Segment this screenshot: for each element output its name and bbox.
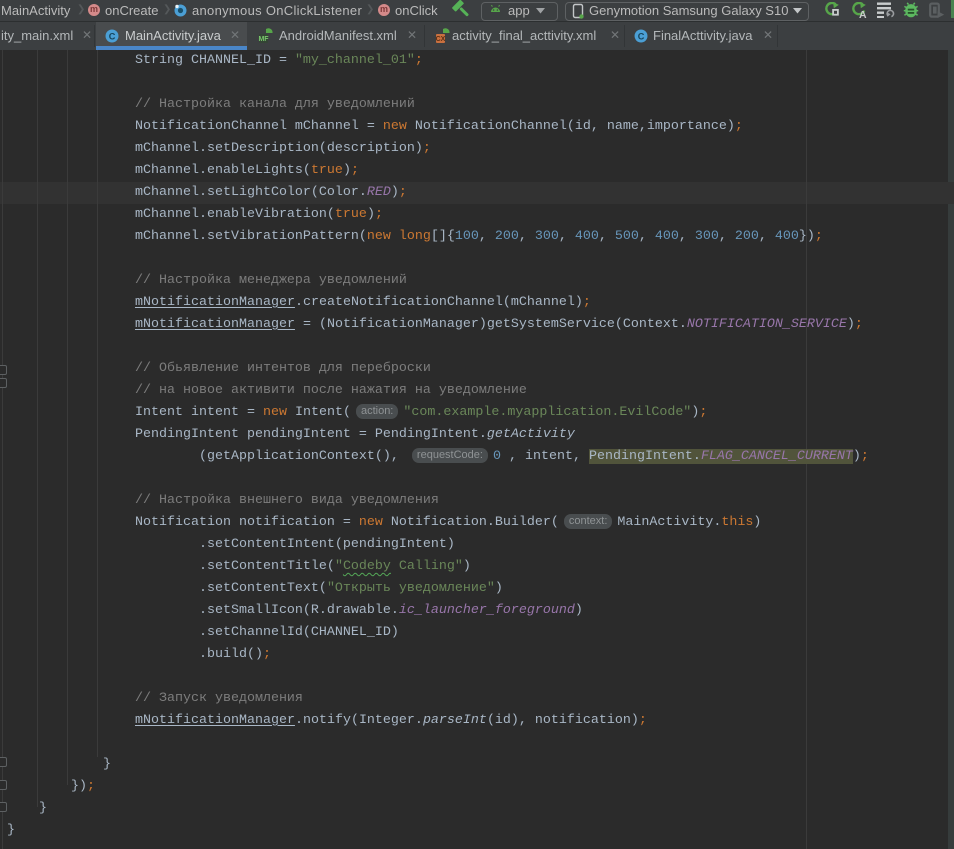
svg-text:A: A <box>859 9 867 19</box>
svg-text:C: C <box>109 32 116 42</box>
svg-text:CX: CX <box>436 36 446 43</box>
svg-text:MF: MF <box>258 36 269 43</box>
svg-text:C: C <box>638 32 645 42</box>
